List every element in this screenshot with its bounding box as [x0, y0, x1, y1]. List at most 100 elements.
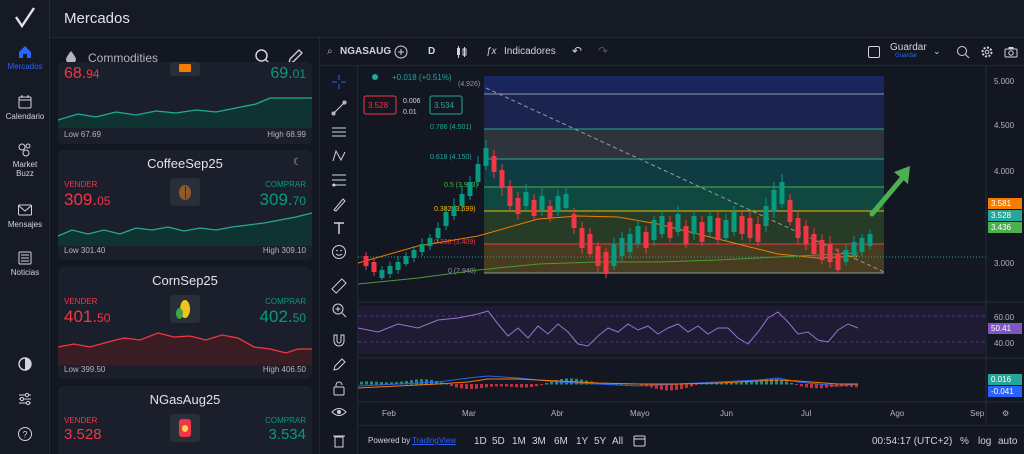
- rail-item-mensajes[interactable]: Mensajes: [0, 202, 50, 229]
- candle-body: [523, 192, 529, 206]
- corn-icon: [170, 295, 200, 323]
- chevron-down-icon[interactable]: ⌄: [933, 46, 941, 57]
- macd-histogram-bar: [525, 384, 528, 388]
- percent-toggle[interactable]: %: [960, 436, 969, 447]
- fib-level-label: (4.926): [458, 81, 480, 88]
- macd-histogram-bar: [815, 384, 818, 389]
- rail-item-label: Mensajes: [7, 220, 43, 229]
- range-button-1y[interactable]: 1Y: [576, 436, 588, 447]
- log-toggle[interactable]: log: [978, 436, 991, 447]
- range-button-3m[interactable]: 3M: [532, 436, 546, 447]
- candle-body: [627, 234, 633, 252]
- candle-body: [659, 216, 665, 234]
- buy-price[interactable]: 309.70: [260, 190, 306, 210]
- camera-icon[interactable]: [1004, 45, 1018, 59]
- candle-body: [595, 246, 601, 266]
- time-tick: Ago: [890, 409, 905, 418]
- macd-histogram-bar: [670, 384, 673, 391]
- buy-price[interactable]: 3.534: [268, 426, 306, 443]
- high-value: High 68.99: [267, 130, 306, 139]
- brand-logo-icon[interactable]: [13, 6, 37, 30]
- macd-histogram-bar: [530, 384, 533, 388]
- fx-icon: ƒx: [486, 46, 497, 57]
- sell-price[interactable]: 3.528: [64, 426, 102, 443]
- clock-readout[interactable]: 00:54:17 (UTC+2): [872, 436, 952, 447]
- sell-price: 68.94: [64, 65, 100, 82]
- high-value: High 406.50: [262, 365, 306, 374]
- macd-histogram-bar: [445, 383, 448, 385]
- chart-toolbar: ⌕ NGASAUG D ƒx Indicadores ↶ ↷ Guardar G…: [320, 38, 1024, 66]
- range-button-5d[interactable]: 5D: [492, 436, 505, 447]
- candle-body: [763, 206, 769, 226]
- candle-body: [859, 238, 865, 252]
- candle-body: [363, 256, 369, 266]
- indicators-button[interactable]: Indicadores: [504, 46, 556, 57]
- candle-body: [691, 216, 697, 234]
- auto-toggle[interactable]: auto: [998, 436, 1017, 447]
- quick-search-icon[interactable]: [956, 45, 970, 59]
- macd-histogram-bar: [520, 384, 523, 388]
- lock-icon[interactable]: [331, 380, 347, 396]
- settings-sliders-icon[interactable]: [17, 391, 33, 407]
- price-chart[interactable]: (4.926) 0.786 (4.501) 0.618 (4.150) 0.5 (3.…: [358, 66, 1024, 425]
- eye-icon[interactable]: [331, 404, 347, 420]
- candles-type-icon[interactable]: [454, 45, 468, 59]
- emoji-icon[interactable]: [331, 244, 347, 260]
- help-icon[interactable]: ?: [17, 426, 33, 442]
- low-value: Low 301.40: [64, 246, 106, 255]
- macd-histogram-bar: [460, 384, 463, 389]
- range-button-1d[interactable]: 1D: [474, 436, 487, 447]
- macd-histogram-bar: [490, 384, 493, 387]
- rail-item-label: Market Buzz: [12, 160, 38, 178]
- app-root: Mercados Calendario Market Buzz Mensajes…: [0, 0, 1024, 454]
- sparkline-chart: [58, 332, 312, 365]
- text-tool-icon[interactable]: [331, 220, 347, 236]
- macd-histogram-bar: [540, 384, 543, 385]
- gear-icon[interactable]: [980, 45, 994, 59]
- date-range-icon[interactable]: [633, 434, 646, 447]
- sell-label: VENDER: [64, 297, 98, 306]
- pencil-stay-icon[interactable]: [331, 356, 347, 372]
- news-icon: [18, 251, 32, 265]
- crosshair-icon[interactable]: [331, 74, 347, 90]
- brush-icon[interactable]: [331, 196, 347, 212]
- zoom-in-icon[interactable]: [331, 302, 347, 318]
- range-button-5y[interactable]: 5Y: [594, 436, 606, 447]
- watchlist-card-oil[interactable]: 68.94 69.01 Low 67.69 High 68.99: [58, 62, 312, 144]
- price-change: +0.018 (+0.51%): [392, 73, 452, 82]
- macd-histogram-bar: [785, 381, 788, 385]
- macd-histogram-bar: [675, 384, 678, 391]
- sell-price[interactable]: 309.05: [64, 190, 110, 210]
- macd-histogram-bar: [415, 379, 418, 385]
- rail-item-noticias[interactable]: Noticias: [0, 250, 50, 277]
- sell-price[interactable]: 401.50: [64, 307, 110, 327]
- rail-item-mercados[interactable]: Mercados: [0, 44, 50, 71]
- redo-icon[interactable]: ↷: [598, 44, 608, 58]
- fib-retracement-icon[interactable]: [331, 172, 347, 188]
- range-button-6m[interactable]: 6M: [554, 436, 568, 447]
- candle-body: [563, 194, 569, 208]
- tradingview-link[interactable]: TradingView: [412, 436, 456, 445]
- magnet-icon[interactable]: [331, 332, 347, 348]
- range-button-1m[interactable]: 1M: [512, 436, 526, 447]
- watchlist-card-ngas[interactable]: NGasAug25 VENDER COMPRAR 3.528 3.534: [58, 386, 312, 454]
- layout-square-icon[interactable]: [868, 46, 880, 58]
- pattern-icon[interactable]: [331, 148, 347, 164]
- rail-item-calendario[interactable]: Calendario: [0, 94, 50, 121]
- symbol-search-icon[interactable]: ⌕: [327, 46, 333, 57]
- buy-price[interactable]: 402.50: [260, 307, 306, 327]
- symbol-name[interactable]: NGASAUG: [340, 46, 391, 57]
- horizontal-lines-icon[interactable]: [331, 124, 347, 140]
- save-button[interactable]: Guardar: [890, 42, 927, 53]
- rail-item-market-buzz[interactable]: Market Buzz: [0, 142, 50, 178]
- trend-line-icon[interactable]: [331, 100, 347, 116]
- compare-add-icon[interactable]: [394, 45, 408, 59]
- interval-selector[interactable]: D: [428, 46, 435, 57]
- undo-icon[interactable]: ↶: [572, 44, 582, 58]
- range-button-all[interactable]: All: [612, 436, 623, 447]
- watchlist-card-coffee[interactable]: CoffeeSep25 ☾ VENDER COMPRAR 309.05 309.…: [58, 150, 312, 260]
- trash-icon[interactable]: [331, 432, 347, 448]
- ruler-icon[interactable]: [331, 278, 347, 294]
- theme-toggle-icon[interactable]: [17, 356, 33, 372]
- watchlist-card-corn[interactable]: CornSep25 VENDER COMPRAR 401.50 402.50 L…: [58, 267, 312, 379]
